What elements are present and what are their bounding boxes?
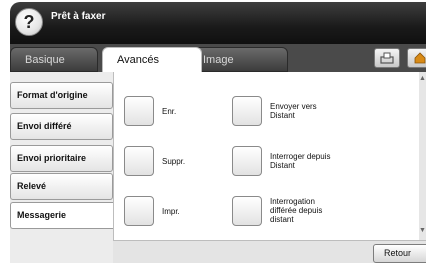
status-text: Prêt à faxer — [51, 11, 106, 22]
retour-button[interactable]: Retour — [373, 244, 426, 263]
enr-label: Enr. — [162, 107, 177, 116]
envoyer-distant-button[interactable] — [232, 96, 262, 126]
tab-basique[interactable]: Basique — [10, 47, 98, 72]
help-icon[interactable]: ? — [15, 8, 43, 36]
sidebar: Format d'origine Envoi différé Envoi pri… — [10, 72, 113, 263]
home-icon[interactable] — [407, 48, 426, 68]
options-panel: Enr. Suppr. Impr. Envoyer vers Distant I… — [113, 72, 419, 240]
envoyer-distant-label: Envoyer vers Distant — [270, 102, 317, 120]
suppr-label: Suppr. — [162, 157, 186, 166]
bottom-bar: Retour — [113, 240, 426, 263]
sidebar-item-releve[interactable]: Relevé — [10, 173, 113, 200]
sidebar-item-format-origine[interactable]: Format d'origine — [10, 82, 113, 109]
enr-button[interactable] — [124, 96, 154, 126]
suppr-button[interactable] — [124, 146, 154, 176]
scroll-up-icon[interactable]: ▲ — [419, 72, 426, 86]
tray-icon[interactable] — [374, 48, 400, 68]
interroger-distant-button[interactable] — [232, 146, 262, 176]
tab-avances[interactable]: Avancés — [102, 47, 202, 73]
scrollbar[interactable]: ▲ ▼ — [419, 72, 426, 240]
fax-screen: ? Prêt à faxer Basique Image Avancés For… — [0, 0, 426, 263]
interrogation-differee-label: Interrogation différée depuis distant — [270, 197, 323, 224]
sidebar-item-envoi-prioritaire[interactable]: Envoi prioritaire — [10, 145, 113, 172]
title-bar: ? Prêt à faxer — [10, 2, 426, 44]
sidebar-item-messagerie[interactable]: Messagerie — [10, 202, 113, 229]
tab-image[interactable]: Image — [188, 47, 288, 72]
sidebar-item-envoi-differe[interactable]: Envoi différé — [10, 113, 113, 140]
impr-label: Impr. — [162, 207, 180, 216]
impr-button[interactable] — [124, 196, 154, 226]
interroger-distant-label: Interroger depuis Distant — [270, 152, 331, 170]
interrogation-differee-button[interactable] — [232, 196, 262, 226]
scroll-down-icon[interactable]: ▼ — [419, 224, 426, 238]
tab-bar: Basique Image Avancés — [10, 44, 426, 73]
